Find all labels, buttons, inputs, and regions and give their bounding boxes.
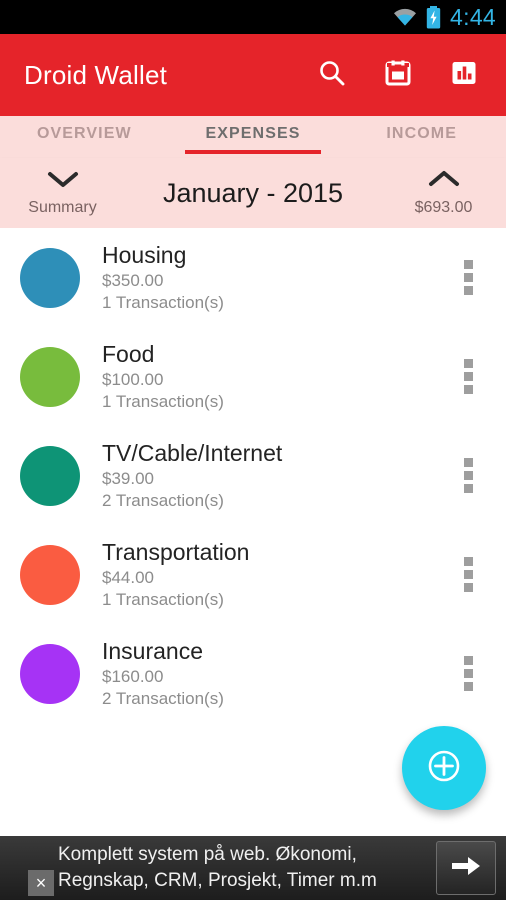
summary-toggle-button[interactable]: Summary [0, 158, 125, 228]
category-amount: $350.00 [102, 270, 164, 290]
status-time: 4:44 [450, 3, 496, 30]
total-toggle-button[interactable]: $693.00 [381, 158, 506, 228]
search-icon [317, 58, 347, 93]
row-overflow-menu-icon[interactable] [448, 250, 488, 306]
category-name: Housing [102, 241, 187, 268]
calendar-icon [383, 58, 413, 93]
arrow-right-icon [449, 852, 483, 885]
ad-close-button[interactable]: × [28, 870, 54, 896]
row-text: Housing $350.00 1 Transaction(s) [102, 241, 448, 313]
row-overflow-menu-icon[interactable] [448, 646, 488, 702]
period-label: January - 2015 [162, 177, 344, 208]
search-button[interactable] [308, 51, 356, 99]
period-label-container[interactable]: January - 2015 [125, 158, 381, 228]
wifi-icon [392, 7, 418, 27]
category-name: Insurance [102, 637, 204, 664]
category-color-dot [20, 346, 80, 407]
status-bar: 4:44 [0, 0, 506, 34]
app-title: Droid Wallet [24, 59, 168, 90]
category-transaction-count: 1 Transaction(s) [102, 589, 224, 609]
app-bar-actions [290, 51, 488, 99]
bar-chart-icon [449, 58, 479, 93]
tab-income[interactable]: INCOME [337, 116, 506, 149]
app-bar: Droid Wallet [0, 34, 506, 116]
category-color-dot [20, 445, 80, 506]
ad-text: Komplett system på web. Økonomi, Regnska… [58, 842, 430, 893]
add-circle-icon [422, 744, 466, 793]
category-transaction-count: 1 Transaction(s) [102, 292, 224, 312]
chevron-up-icon [427, 169, 461, 194]
row-overflow-menu-icon[interactable] [448, 547, 488, 603]
category-color-dot [20, 247, 80, 308]
table-row[interactable]: Food $100.00 1 Transaction(s) [0, 327, 506, 426]
summary-label: Summary [28, 199, 97, 216]
table-row[interactable]: Insurance $160.00 2 Transaction(s) [0, 624, 506, 723]
ad-line-2: Regnskap, CRM, Prosjekt, Timer m.m [58, 870, 377, 891]
tab-bar: OVERVIEW EXPENSES INCOME [0, 116, 506, 158]
category-amount: $100.00 [102, 369, 164, 389]
tab-overview[interactable]: OVERVIEW [0, 116, 169, 149]
category-transaction-count: 2 Transaction(s) [102, 490, 224, 510]
table-row[interactable]: Housing $350.00 1 Transaction(s) [0, 228, 506, 327]
row-overflow-menu-icon[interactable] [448, 349, 488, 405]
row-text: TV/Cable/Internet $39.00 2 Transaction(s… [102, 439, 448, 511]
table-row[interactable]: TV/Cable/Internet $39.00 2 Transaction(s… [0, 426, 506, 525]
category-color-dot [20, 544, 80, 605]
category-amount: $160.00 [102, 666, 164, 686]
category-name: Transportation [102, 538, 250, 565]
ad-cta-button[interactable] [436, 841, 496, 895]
category-amount: $39.00 [102, 468, 154, 488]
add-transaction-fab[interactable] [402, 726, 486, 810]
calendar-button[interactable] [374, 51, 422, 99]
chevron-down-icon [46, 169, 80, 194]
category-name: Food [102, 340, 155, 367]
row-text: Food $100.00 1 Transaction(s) [102, 340, 448, 412]
category-color-dot [20, 643, 80, 704]
table-row[interactable]: Transportation $44.00 1 Transaction(s) [0, 525, 506, 624]
ad-line-1: Komplett system på web. Økonomi, [58, 844, 357, 866]
row-overflow-menu-icon[interactable] [448, 448, 488, 504]
ad-banner[interactable]: Komplett system på web. Økonomi, Regnska… [0, 836, 506, 900]
category-transaction-count: 2 Transaction(s) [102, 688, 224, 708]
row-text: Insurance $160.00 2 Transaction(s) [102, 637, 448, 709]
period-header: Summary January - 2015 $693.00 [0, 158, 506, 228]
row-text: Transportation $44.00 1 Transaction(s) [102, 538, 448, 610]
category-transaction-count: 1 Transaction(s) [102, 391, 224, 411]
app-screen: 4:44 Droid Wallet OVERVIEW EXPENSES INCO… [0, 0, 506, 900]
total-amount: $693.00 [414, 199, 473, 216]
category-name: TV/Cable/Internet [102, 439, 283, 466]
category-amount: $44.00 [102, 567, 154, 587]
reports-button[interactable] [440, 51, 488, 99]
battery-charging-icon [426, 5, 441, 29]
tab-expenses[interactable]: EXPENSES [169, 116, 338, 154]
